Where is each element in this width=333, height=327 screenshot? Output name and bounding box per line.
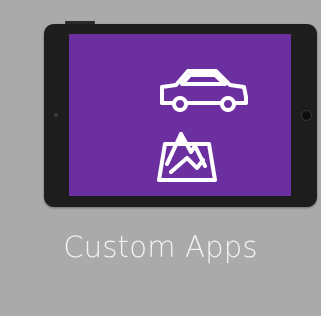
camera-dot — [54, 113, 58, 117]
tile-label: Custom Apps — [63, 230, 258, 264]
tablet-screen — [69, 34, 291, 196]
map-icon — [157, 132, 217, 182]
home-button — [301, 110, 312, 121]
car-icon — [160, 69, 248, 112]
tablet-device — [44, 24, 317, 207]
custom-apps-tile[interactable]: Custom Apps — [0, 0, 321, 316]
